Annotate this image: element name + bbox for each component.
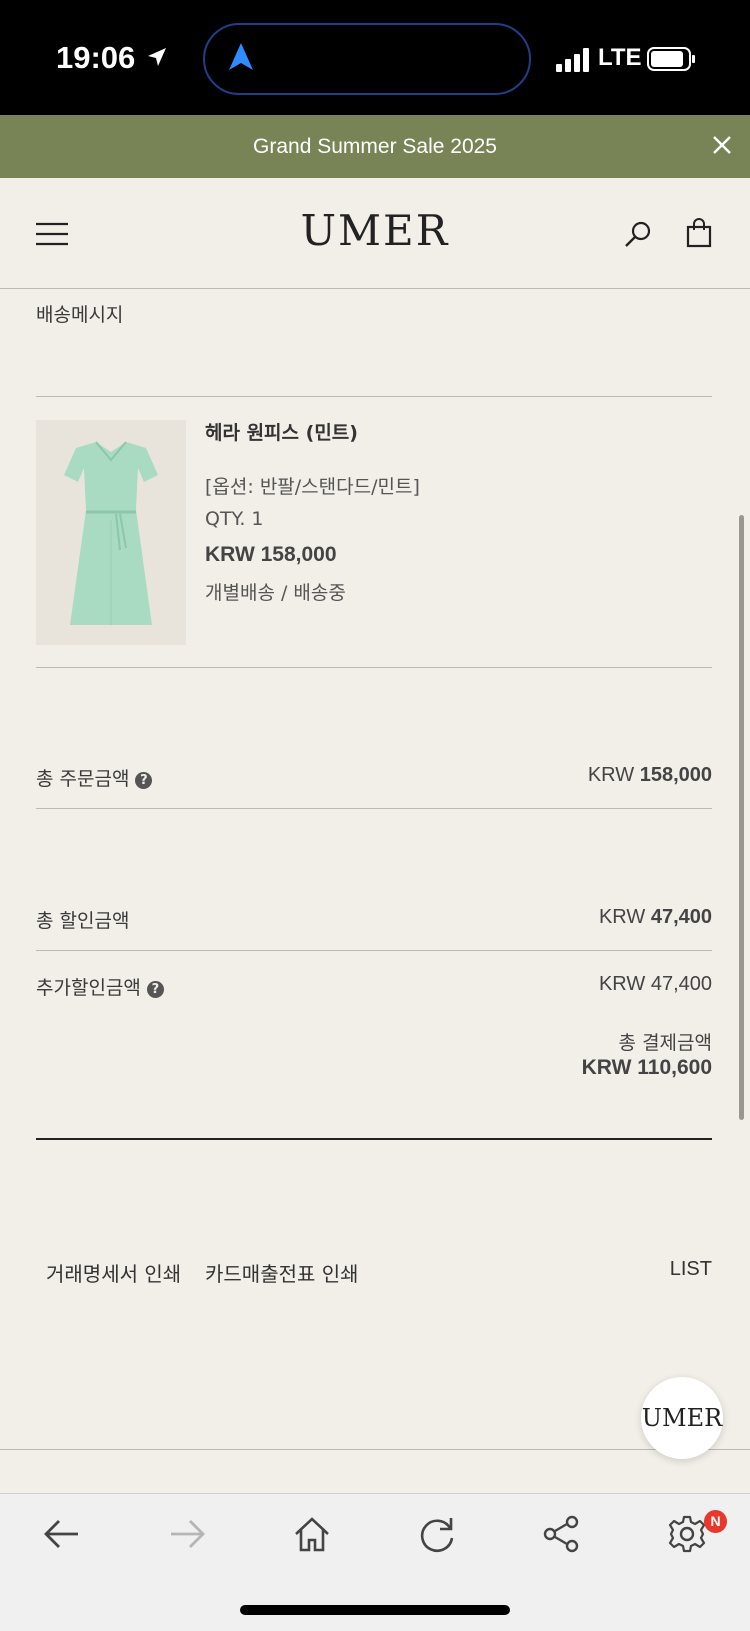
product-option: [옵션: 반팔/스탠다드/민트]	[205, 476, 420, 498]
extra-discount-label: 추가할인금액?	[36, 973, 164, 1000]
footer-divider	[0, 1449, 750, 1450]
status-time: 19:06	[56, 40, 136, 75]
divider	[36, 396, 712, 397]
back-arrow-icon[interactable]	[42, 1514, 82, 1554]
summary-divider	[36, 1138, 712, 1140]
chat-button[interactable]: UMER	[641, 1377, 723, 1459]
settings-icon[interactable]	[667, 1514, 707, 1554]
divider	[36, 950, 712, 951]
status-bar: 19:06 LTE	[0, 0, 750, 115]
total-order-label-text: 총 주문금액	[36, 768, 130, 790]
divider	[36, 808, 712, 809]
home-indicator[interactable]	[240, 1605, 510, 1615]
extra-discount-label-text: 추가할인금액	[36, 977, 141, 999]
network-type: LTE	[598, 44, 642, 71]
brand-logo[interactable]: UMER	[300, 206, 450, 255]
cellular-signal-icon	[556, 48, 589, 72]
bag-icon[interactable]	[686, 218, 712, 248]
header-divider	[0, 288, 750, 289]
search-icon[interactable]	[624, 220, 652, 248]
help-icon[interactable]: ?	[146, 981, 164, 998]
refresh-icon[interactable]	[417, 1514, 457, 1554]
battery-icon	[647, 47, 695, 71]
currency: KRW	[598, 906, 646, 928]
divider	[36, 667, 712, 668]
navigation-arrow-icon	[229, 43, 253, 70]
payment-label: 총 결제금액	[618, 1032, 712, 1054]
product-name[interactable]: 헤라 원피스 (민트)	[205, 418, 358, 445]
total-order-amount: KRW 158,000	[440, 764, 712, 787]
site-header: UMER	[0, 178, 750, 288]
share-icon[interactable]	[542, 1514, 582, 1554]
list-button[interactable]: LIST	[640, 1258, 712, 1281]
scrollbar[interactable]	[739, 515, 744, 1120]
product-image[interactable]	[36, 420, 186, 645]
product-price: KRW 158,000	[205, 543, 337, 566]
delivery-status: 개별배송 / 배송중	[205, 582, 346, 604]
extra-discount-amount: KRW 47,400	[598, 973, 712, 995]
shipping-message-label: 배송메시지	[36, 304, 124, 326]
location-arrow-icon	[148, 48, 166, 66]
notification-badge: N	[704, 1510, 727, 1533]
product-quantity: QTY. 1	[205, 508, 264, 530]
statement-print-link[interactable]: 거래명세서 인쇄	[46, 1258, 181, 1287]
home-icon[interactable]	[292, 1514, 332, 1554]
menu-icon[interactable]	[36, 222, 68, 246]
banner-text: Grand Summer Sale 2025	[253, 135, 497, 158]
total-order-label: 총 주문금액?	[36, 764, 153, 791]
total-discount-amount: KRW 47,400	[440, 906, 712, 929]
close-icon[interactable]	[712, 135, 732, 155]
total-discount-label: 총 할인금액	[36, 910, 130, 932]
promo-banner: Grand Summer Sale 2025	[0, 115, 750, 178]
card-receipt-print-link[interactable]: 카드매출전표 인쇄	[205, 1258, 359, 1287]
forward-arrow-icon[interactable]	[167, 1514, 207, 1554]
total-discount-value: 47,400	[650, 906, 712, 928]
total-order-value: 158,000	[639, 764, 712, 786]
currency: KRW	[587, 764, 635, 786]
help-icon[interactable]: ?	[135, 772, 153, 789]
payment-amount: KRW 110,600	[581, 1056, 712, 1079]
mint-dress-image	[64, 441, 158, 625]
